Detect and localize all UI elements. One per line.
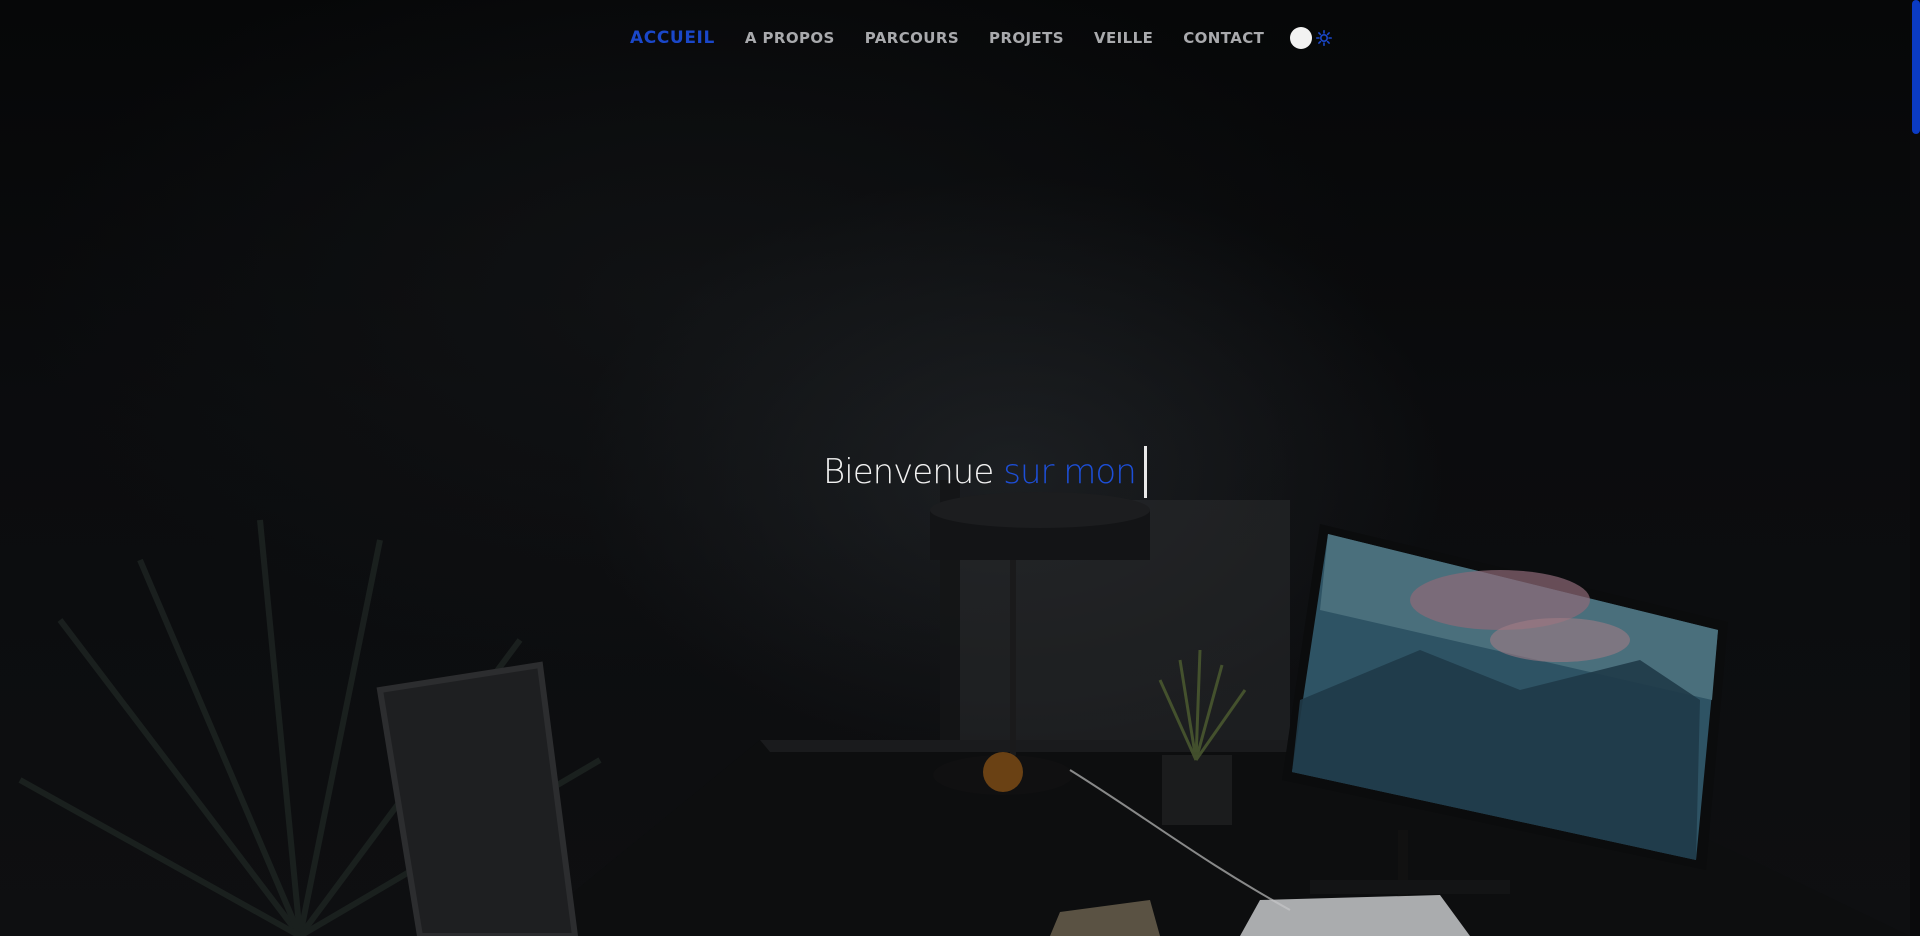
nav-link-projets[interactable]: PROJETS: [989, 29, 1064, 47]
nav-link-parcours[interactable]: PARCOURS: [865, 29, 959, 47]
scrollbar-thumb[interactable]: [1912, 0, 1920, 134]
sun-icon: [1316, 30, 1333, 46]
headline-text-accent: sur mon: [1003, 452, 1137, 492]
nav-link-veille[interactable]: VEILLE: [1094, 29, 1153, 47]
main-navigation: ACCUEIL A PROPOS PARCOURS PROJETS VEILLE…: [630, 26, 1333, 50]
nav-link-contact[interactable]: CONTACT: [1183, 29, 1264, 47]
headline-text-white: Bienvenue: [823, 452, 994, 492]
hero-headline: Bienvenue sur mon: [823, 444, 1147, 500]
vertical-scrollbar[interactable]: [1910, 0, 1920, 936]
toggle-knob: [1290, 27, 1313, 49]
typing-cursor: [1143, 446, 1147, 498]
theme-toggle[interactable]: [1290, 27, 1333, 49]
nav-link-a-propos[interactable]: A PROPOS: [745, 29, 835, 47]
nav-link-accueil[interactable]: ACCUEIL: [630, 28, 715, 48]
